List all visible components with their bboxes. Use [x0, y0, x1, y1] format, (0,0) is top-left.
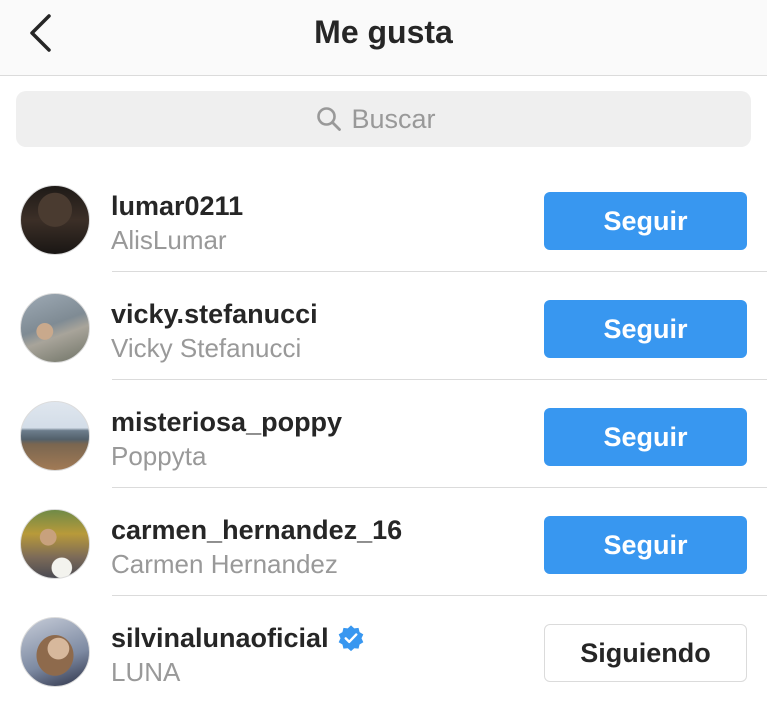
page-title: Me gusta — [314, 14, 453, 50]
username-text: carmen_hernandez_16 — [111, 515, 403, 545]
follow-button[interactable]: Seguir — [544, 192, 747, 250]
username[interactable]: vicky.stefanucci — [111, 297, 318, 331]
list-item[interactable]: silvinalunaoficial LUNA Siguiendo — [0, 596, 767, 704]
top-bar: Me gusta — [0, 0, 767, 76]
username[interactable]: misteriosa_poppy — [111, 405, 342, 439]
username[interactable]: silvinalunaoficial — [111, 621, 365, 655]
verified-badge-icon — [338, 625, 363, 652]
username-text: lumar0211 — [111, 191, 244, 221]
list-item[interactable]: misteriosa_poppy Poppyta Seguir — [0, 380, 767, 488]
list-item[interactable]: vicky.stefanucci Vicky Stefanucci Seguir — [0, 272, 767, 380]
list-item[interactable]: carmen_hernandez_16 Carmen Hernandez Seg… — [0, 488, 767, 596]
full-name: Vicky Stefanucci — [111, 333, 302, 363]
follow-button[interactable]: Seguir — [544, 408, 747, 466]
full-name: LUNA — [111, 657, 181, 687]
follow-button[interactable]: Seguir — [544, 516, 747, 574]
follow-button[interactable]: Seguir — [544, 300, 747, 358]
username[interactable]: lumar0211 — [111, 189, 243, 223]
username-text: silvinalunaoficial — [111, 623, 329, 653]
search-bar[interactable] — [16, 91, 751, 147]
avatar[interactable] — [20, 293, 90, 363]
full-name: Carmen Hernandez — [111, 549, 338, 579]
list-item[interactable]: lumar0211 AlisLumar Seguir — [0, 164, 767, 272]
avatar[interactable] — [20, 401, 90, 471]
full-name: AlisLumar — [111, 225, 227, 255]
username[interactable]: carmen_hernandez_16 — [111, 513, 402, 547]
username-text: misteriosa_poppy — [111, 407, 343, 437]
username-text: vicky.stefanucci — [111, 299, 318, 329]
avatar[interactable] — [20, 509, 90, 579]
search-input[interactable] — [351, 103, 452, 135]
following-button[interactable]: Siguiendo — [544, 624, 747, 682]
avatar[interactable] — [20, 617, 90, 687]
likes-list: lumar0211 AlisLumar Seguir vicky.stefanu… — [0, 164, 767, 704]
search-icon — [316, 107, 341, 131]
avatar[interactable] — [20, 185, 90, 255]
full-name: Poppyta — [111, 441, 207, 471]
